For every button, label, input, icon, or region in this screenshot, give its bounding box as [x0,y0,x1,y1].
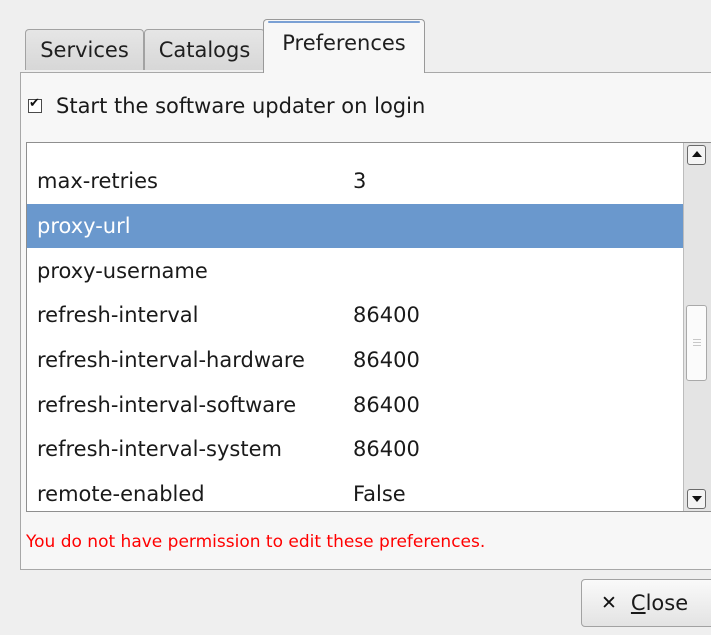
close-mnemonic: C [630,591,646,615]
preference-value: False [353,482,406,507]
tab-services[interactable]: Services [25,29,144,70]
list-item[interactable]: refresh-interval 86400 [27,293,683,338]
scrollbar-thumb[interactable] [686,305,707,381]
grip-line [693,342,701,343]
list-item-selected[interactable]: proxy-url [27,203,683,249]
startup-checkbox-label[interactable]: Start the software updater on login [56,94,425,118]
close-icon: ✕ [601,592,617,614]
list-item[interactable]: refresh-interval-software 86400 [27,382,683,427]
close-button[interactable]: ✕ Close [581,579,711,627]
startup-checkbox-row[interactable]: Start the software updater on login [28,92,425,120]
preference-value: 3 [353,169,367,194]
preference-key: refresh-interval-hardware [37,348,305,373]
preference-value: 86400 [353,437,420,462]
tab-catalogs[interactable]: Catalogs [144,29,265,70]
preference-value: 86400 [353,392,420,417]
preference-key: refresh-interval [37,303,199,328]
list-item[interactable]: refresh-interval-hardware 86400 [27,338,683,383]
preference-key: refresh-interval-system [37,437,282,462]
preference-key: max-retries [37,169,158,194]
close-label-rest: lose [645,591,689,615]
permission-error-message: You do not have permission to edit these… [26,532,486,552]
preference-key: remote-enabled [37,482,205,507]
list-item[interactable]: refresh-interval-system 86400 [27,427,683,472]
vertical-scrollbar[interactable] [683,143,711,511]
scroll-up-arrow-icon[interactable] [687,145,706,165]
tab-preferences-label: Preferences [282,31,406,55]
tab-services-label: Services [40,38,129,62]
preference-value: 86400 [353,348,420,373]
preference-value: 86400 [353,303,420,328]
preference-key: refresh-interval-software [37,392,297,417]
tab-catalogs-label: Catalogs [158,38,251,62]
scroll-down-arrow-icon[interactable] [687,489,706,509]
preferences-rows: max-retries 3 proxy-url proxy-username r… [27,159,683,517]
close-button-label: Close [631,591,688,615]
preference-key: proxy-url [37,214,131,239]
grip-line [693,339,701,340]
tab-preferences[interactable]: Preferences [263,19,425,73]
list-item[interactable]: proxy-username [27,248,683,293]
list-item[interactable]: max-retries 3 [27,159,683,204]
preferences-list[interactable]: max-retries 3 proxy-url proxy-username r… [26,142,711,512]
preference-key: proxy-username [37,258,208,283]
list-item[interactable]: remote-enabled False [27,472,683,517]
grip-line [693,345,701,346]
startup-checkbox[interactable] [28,96,42,113]
